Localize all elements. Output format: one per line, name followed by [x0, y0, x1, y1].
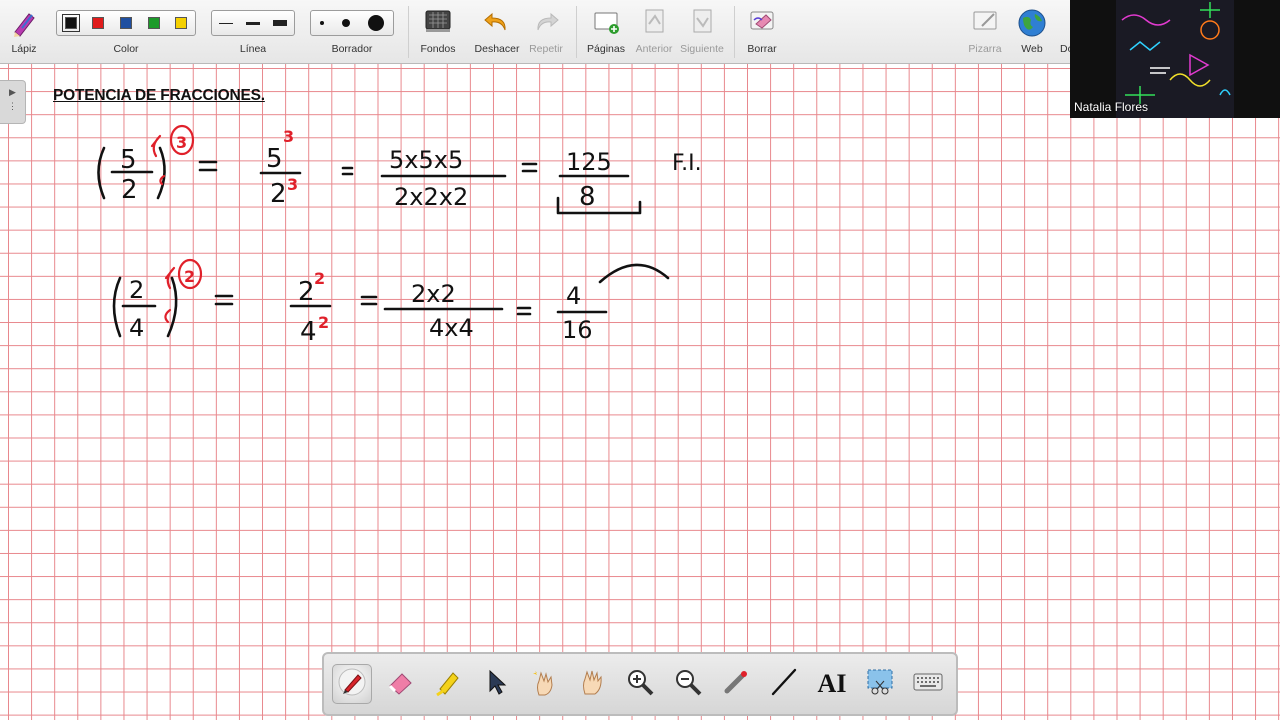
undo-label: Deshacer [474, 43, 520, 55]
highlighter-tool-button[interactable] [428, 664, 468, 704]
cursor-arrow-icon [484, 668, 508, 701]
select-tool-button[interactable] [476, 664, 516, 704]
toolbar-divider [576, 6, 577, 58]
hand-icon [577, 667, 607, 702]
next-page-icon [687, 8, 717, 41]
web-label: Web [1021, 43, 1043, 55]
pages-button[interactable]: Páginas [584, 0, 628, 64]
row2-step1-denominator: 4 [300, 317, 317, 347]
row1-note: F.I. [672, 151, 702, 176]
clear-button[interactable]: Borrar [742, 0, 782, 64]
row2-base-denominator: 4 [129, 314, 144, 342]
participant-name: Natalia Flores [1074, 100, 1149, 114]
eraser-tool-button[interactable] [380, 664, 420, 704]
zoom-out-icon [673, 667, 703, 702]
cut-label: Do [1060, 43, 1070, 55]
next-page-label: Siguiente [680, 43, 724, 55]
line-tool-button[interactable] [764, 664, 804, 704]
backgrounds-button[interactable]: Fondos [416, 0, 460, 64]
previous-page-label: Anterior [635, 43, 673, 55]
text-icon: AI [817, 669, 847, 698]
row2-step1-numerator: 2 [298, 277, 315, 307]
undo-button[interactable]: Deshacer [474, 0, 520, 64]
zoom-in-icon [625, 667, 655, 702]
next-page-button[interactable]: Siguiente [680, 0, 724, 64]
redo-button[interactable]: Repetir [526, 0, 566, 64]
row2-step2-denominator: 4x4 [429, 314, 474, 342]
row1-result-numerator: 125 [566, 148, 612, 176]
pan-tool-button[interactable] [572, 664, 612, 704]
backgrounds-label: Fondos [420, 43, 456, 55]
magic-hand-tool-button[interactable] [524, 664, 564, 704]
participant-video: Natalia Flores [1070, 0, 1280, 118]
pages-label: Páginas [587, 43, 625, 55]
row2-step1-numerator-exponent: 2 [314, 269, 325, 288]
row1-result-denominator: 8 [579, 182, 596, 212]
backgrounds-icon [423, 8, 453, 41]
eraser-group: Borrador [310, 0, 394, 64]
pages-icon [591, 8, 621, 41]
color-label: Color [113, 43, 139, 55]
cut-button[interactable]: Do [1056, 0, 1070, 64]
pencil-label: Lápiz [11, 43, 37, 55]
redo-label: Repetir [529, 43, 563, 55]
color-group: Color [56, 0, 196, 64]
whiteboard-label: Pizarra [968, 43, 1002, 55]
sparkle-hand-icon [529, 667, 559, 702]
laser-pointer-tool-button[interactable] [716, 664, 756, 704]
row2-result-numerator: 4 [566, 282, 581, 310]
screen-clip-icon [865, 667, 895, 702]
line-group: Línea [211, 0, 295, 64]
row1-step1-denominator-exponent: 3 [287, 175, 298, 194]
pencil-icon [9, 8, 39, 43]
pen-tool-button[interactable] [332, 664, 372, 704]
eraser-icon [385, 667, 415, 702]
screen-clip-tool-button[interactable] [860, 664, 900, 704]
line-icon [769, 667, 799, 702]
toolbar-divider [408, 6, 409, 58]
highlighter-icon [433, 667, 463, 702]
bottom-tool-palette: AI [322, 652, 958, 716]
pencil-button[interactable]: Lápiz [4, 0, 44, 64]
row1-base-numerator: 5 [120, 145, 137, 175]
whiteboard-icon [970, 8, 1000, 41]
clear-label: Borrar [747, 43, 777, 55]
row2-base-numerator: 2 [129, 276, 144, 304]
handwriting-layer: 5 2 5 2 5x5x5 2x2x2 125 8 F.I. 2 4 2 4 2… [97, 124, 702, 347]
row1-base-denominator: 2 [121, 175, 138, 205]
row2-exponent: 2 [184, 267, 195, 286]
globe-icon [1017, 8, 1047, 43]
row1-exponent: 3 [176, 133, 187, 152]
row1-step2-numerator: 5x5x5 [389, 146, 463, 174]
toolbar-divider [734, 6, 735, 58]
previous-page-icon [639, 8, 669, 41]
redo-icon [531, 8, 561, 41]
keyboard-icon [912, 670, 944, 699]
keyboard-tool-button[interactable] [908, 664, 948, 704]
row1-step2-denominator: 2x2x2 [394, 183, 468, 211]
line-label: Línea [239, 43, 267, 55]
zoom-in-tool-button[interactable] [620, 664, 660, 704]
eraser-label: Borrador [331, 43, 373, 55]
row1-step1-denominator: 2 [270, 179, 287, 209]
row1-step1-numerator: 5 [266, 144, 283, 174]
row2-step1-denominator-exponent: 2 [318, 313, 329, 332]
clear-icon [747, 8, 777, 41]
laser-pointer-icon [721, 667, 751, 702]
previous-page-button[interactable]: Anterior [634, 0, 674, 64]
web-button[interactable]: Web [1014, 0, 1050, 64]
text-tool-button[interactable]: AI [812, 664, 852, 704]
undo-icon [482, 8, 512, 41]
whiteboard-button[interactable]: Pizarra [964, 0, 1006, 64]
row1-step1-numerator-exponent: 3 [283, 127, 294, 146]
zoom-out-tool-button[interactable] [668, 664, 708, 704]
pen-icon [337, 667, 367, 702]
row2-step2-numerator: 2x2 [411, 280, 456, 308]
row2-result-denominator: 16 [562, 316, 593, 344]
